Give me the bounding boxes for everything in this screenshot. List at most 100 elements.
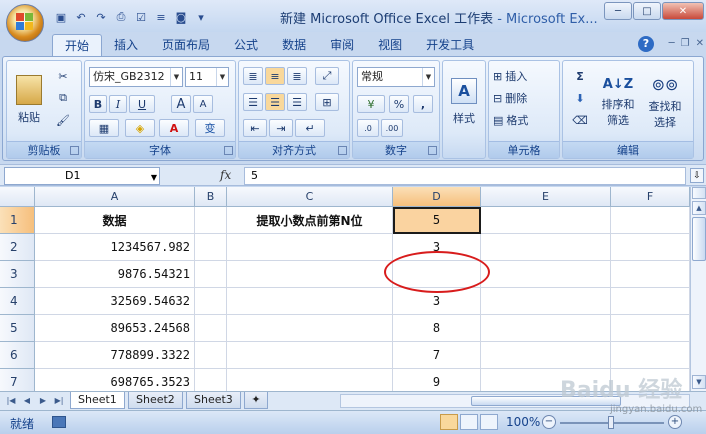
grow-font-button[interactable]: A: [171, 95, 191, 113]
tab-developer[interactable]: 开发工具: [414, 34, 486, 56]
increase-decimal-icon[interactable]: .0: [357, 119, 379, 137]
row-header-7[interactable]: 7: [0, 369, 35, 391]
office-button[interactable]: [6, 4, 44, 42]
tab-home[interactable]: 开始: [52, 34, 103, 56]
help-icon[interactable]: ?: [638, 36, 654, 52]
align-middle-icon[interactable]: ≡: [265, 67, 285, 85]
column-header-a[interactable]: A: [35, 187, 195, 207]
cell-c6[interactable]: [227, 342, 393, 369]
save-icon[interactable]: ▣: [52, 9, 70, 25]
fill-color-icon[interactable]: ◈: [125, 119, 155, 137]
tab-review[interactable]: 审阅: [318, 34, 366, 56]
align-bottom-icon[interactable]: ≣: [287, 67, 307, 85]
cell-f1[interactable]: [611, 207, 690, 234]
cell-d7[interactable]: 9: [393, 369, 481, 391]
cell-d6[interactable]: 7: [393, 342, 481, 369]
customize-qat-icon[interactable]: ▾: [192, 9, 210, 25]
orientation-icon[interactable]: ⤢: [315, 67, 339, 85]
page-layout-view-icon[interactable]: [460, 414, 478, 430]
vertical-scroll-thumb[interactable]: [692, 217, 706, 261]
normal-view-icon[interactable]: [440, 414, 458, 430]
cell-f6[interactable]: [611, 342, 690, 369]
next-sheet-icon[interactable]: ▶: [36, 394, 50, 408]
scroll-up-icon[interactable]: ▲: [692, 201, 706, 215]
sheet-tab-sheet2[interactable]: Sheet2: [128, 392, 183, 409]
workbook-restore-button[interactable]: ❐: [681, 38, 690, 49]
paste-button[interactable]: 粘贴: [11, 65, 47, 135]
number-format-select[interactable]: 常规 ▼: [357, 67, 435, 87]
prev-sheet-icon[interactable]: ◀: [20, 394, 34, 408]
align-right-icon[interactable]: ☰: [287, 93, 307, 111]
first-sheet-icon[interactable]: |◀: [4, 394, 18, 408]
font-launcher-icon[interactable]: [224, 146, 233, 155]
cell-a4[interactable]: 32569.54632: [35, 288, 195, 315]
cell-f5[interactable]: [611, 315, 690, 342]
delete-cells-button[interactable]: ⊟ 删除: [493, 89, 555, 107]
row-header-5[interactable]: 5: [0, 315, 35, 342]
font-color-icon[interactable]: A: [159, 119, 189, 137]
workbook-minimize-button[interactable]: ─: [669, 38, 675, 49]
maximize-button[interactable]: □: [633, 2, 661, 20]
zoom-slider-thumb[interactable]: [608, 416, 614, 429]
cell-e3[interactable]: [481, 261, 611, 288]
cell-c7[interactable]: [227, 369, 393, 391]
styles-button[interactable]: A 样式: [447, 67, 481, 137]
row-header-3[interactable]: 3: [0, 261, 35, 288]
bold-button[interactable]: B: [89, 95, 107, 113]
page-break-view-icon[interactable]: [480, 414, 498, 430]
cell-b5[interactable]: [195, 315, 227, 342]
macro-record-icon[interactable]: [52, 416, 66, 428]
decrease-decimal-icon[interactable]: .00: [381, 119, 403, 137]
find-select-button[interactable]: ⊚⊚ 查找和 选择: [643, 65, 687, 139]
close-button[interactable]: ✕: [662, 2, 704, 20]
cell-a6[interactable]: 778899.3322: [35, 342, 195, 369]
expand-formula-icon[interactable]: ⇩: [690, 168, 704, 183]
cell-c4[interactable]: [227, 288, 393, 315]
tab-formulas[interactable]: 公式: [222, 34, 270, 56]
row-header-6[interactable]: 6: [0, 342, 35, 369]
underline-button[interactable]: U: [129, 95, 155, 113]
clipboard-launcher-icon[interactable]: [70, 146, 79, 155]
column-header-f[interactable]: F: [611, 187, 690, 207]
align-top-icon[interactable]: ≣: [243, 67, 263, 85]
zoom-out-icon[interactable]: −: [542, 415, 556, 429]
decrease-indent-icon[interactable]: ⇤: [243, 119, 267, 137]
select-all-corner[interactable]: [0, 187, 35, 207]
zoom-in-icon[interactable]: +: [668, 415, 682, 429]
column-header-e[interactable]: E: [481, 187, 611, 207]
undo-icon[interactable]: ↶: [72, 9, 90, 25]
cut-icon[interactable]: ✂: [53, 67, 73, 85]
tab-insert[interactable]: 插入: [102, 34, 150, 56]
last-sheet-icon[interactable]: ▶|: [52, 394, 66, 408]
column-header-d[interactable]: D: [393, 187, 481, 207]
cell-c3[interactable]: [227, 261, 393, 288]
cell-e4[interactable]: [481, 288, 611, 315]
number-launcher-icon[interactable]: [428, 146, 437, 155]
camera-icon[interactable]: ◙: [172, 9, 190, 25]
insert-sheet-icon[interactable]: ✦: [244, 392, 268, 409]
autosum-button[interactable]: Σ: [567, 67, 593, 85]
cell-e6[interactable]: [481, 342, 611, 369]
print-preview-icon[interactable]: ⎙: [112, 9, 130, 25]
cell-b4[interactable]: [195, 288, 227, 315]
cell-b6[interactable]: [195, 342, 227, 369]
clear-icon[interactable]: ⌫: [567, 111, 593, 129]
cell-d5[interactable]: 8: [393, 315, 481, 342]
cell-b2[interactable]: [195, 234, 227, 261]
vertical-scrollbar[interactable]: ▲ ▼: [690, 187, 706, 391]
workbook-close-button[interactable]: ✕: [696, 38, 704, 49]
scroll-down-icon[interactable]: ▼: [692, 375, 706, 389]
sheet-tab-sheet1[interactable]: Sheet1: [70, 392, 125, 409]
cell-c2[interactable]: [227, 234, 393, 261]
fill-icon[interactable]: ⬇: [567, 89, 593, 107]
sort-filter-button[interactable]: A↓Z 排序和 筛选: [597, 65, 639, 139]
zoom-level[interactable]: 100%: [506, 415, 540, 429]
tab-view[interactable]: 视图: [366, 34, 414, 56]
copy-icon[interactable]: ⧉: [53, 89, 73, 107]
align-left-icon[interactable]: ☰: [243, 93, 263, 111]
format-cells-button[interactable]: ▤ 格式: [493, 111, 555, 129]
row-header-1[interactable]: 1: [0, 207, 35, 234]
checkbox-icon[interactable]: ☑: [132, 9, 150, 25]
cell-a7[interactable]: 698765.3523: [35, 369, 195, 391]
align-center-icon[interactable]: ☰: [265, 93, 285, 111]
